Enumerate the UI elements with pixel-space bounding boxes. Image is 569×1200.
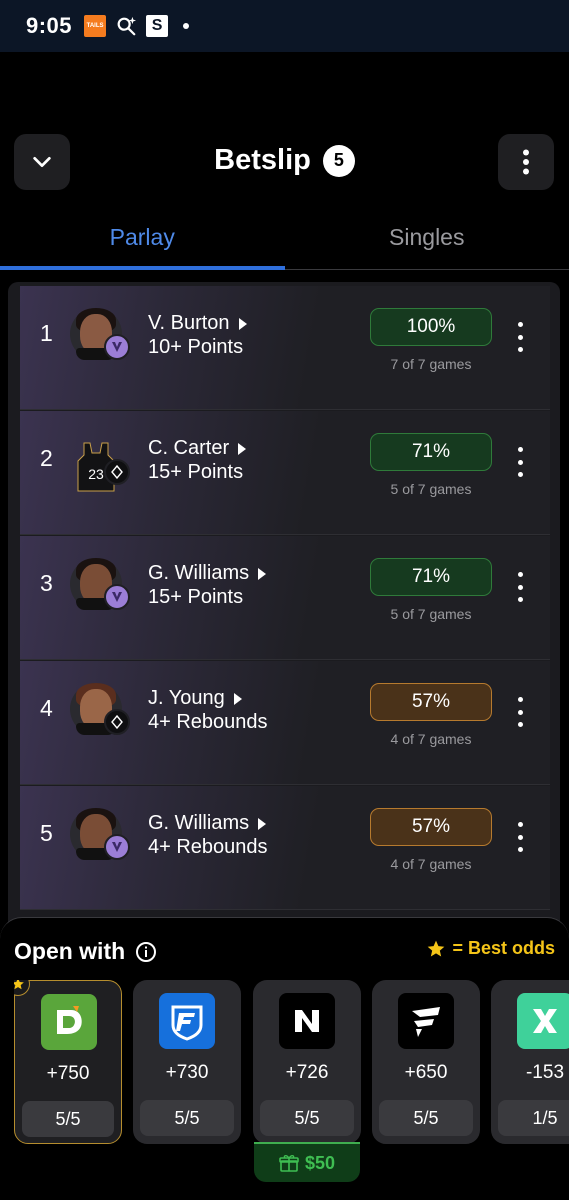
games-count: 4 of 7 games <box>390 856 472 872</box>
hit-rate-pill: 57% <box>370 683 492 721</box>
vertical-dots-icon <box>523 149 529 175</box>
row-more-button[interactable] <box>510 572 530 602</box>
leg-number: 3 <box>40 570 53 596</box>
player-name-group[interactable]: G. Williams <box>148 812 267 835</box>
player-name-group[interactable]: C. Carter <box>148 437 247 460</box>
games-count: 4 of 7 games <box>390 731 472 747</box>
best-odds-legend: = Best odds <box>426 938 555 959</box>
caret-right-icon <box>238 442 247 455</box>
team-logo-icon <box>104 459 130 485</box>
team-logo-icon <box>104 334 130 360</box>
book-legs-count: 5/5 <box>22 1101 114 1137</box>
sportsbook-carousel: +750 5/5 +730 5/5 +726 5/5 +650 5/5 -153… <box>14 980 569 1190</box>
leg-row[interactable]: 2 23 C. Carter 15+ Points 71% 5 of 7 gam… <box>20 411 550 535</box>
sportsbook-card-draftkings[interactable]: +750 5/5 <box>14 980 122 1144</box>
games-count: 7 of 7 games <box>390 356 472 372</box>
sportsbook-card-fliff[interactable]: +650 5/5 <box>372 980 480 1144</box>
header-title-group: Betslip 5 <box>0 144 569 177</box>
row-more-button[interactable] <box>510 822 530 852</box>
star-icon <box>428 940 445 956</box>
caret-right-icon <box>233 692 242 705</box>
open-with-title: Open with <box>14 938 126 964</box>
leg-row[interactable]: 3 G. Williams 15+ Points 71% 5 of 7 game… <box>20 536 550 660</box>
caret-right-icon <box>238 317 247 330</box>
stat-line: 10+ Points <box>148 336 244 358</box>
player-name-group[interactable]: J. Young <box>148 687 243 710</box>
book-odds: +730 <box>165 1062 209 1083</box>
stat-line: 15+ Points <box>148 461 244 483</box>
gift-icon <box>279 1155 299 1172</box>
tab-singles[interactable]: Singles <box>285 212 569 269</box>
promo-bonus-tag[interactable]: $50 <box>254 1142 360 1182</box>
player-name: G. Williams <box>148 812 250 834</box>
fliff-logo-icon <box>398 993 454 1049</box>
player-name: C. Carter <box>148 437 230 459</box>
leg-row[interactable]: 4 J. Young 4+ Rebounds 57% 4 of 7 games <box>20 661 550 785</box>
notification-dot-icon <box>183 23 190 29</box>
leg-row[interactable]: 5 G. Williams 4+ Rebounds 57% 4 of 7 gam… <box>20 786 550 910</box>
player-name-group[interactable]: G. Williams <box>148 562 267 585</box>
hit-rate-pill: 71% <box>370 558 492 596</box>
team-logo-icon <box>104 834 130 860</box>
caret-right-icon <box>258 567 267 580</box>
player-name: J. Young <box>148 687 225 709</box>
more-options-button[interactable] <box>498 134 554 190</box>
sportsbook-card-novig[interactable]: +726 5/5 <box>253 980 361 1144</box>
best-odds-label: = Best odds <box>452 938 555 958</box>
leg-count-badge: 5 <box>322 144 355 177</box>
page-title: Betslip <box>214 144 311 176</box>
promo-amount: $50 <box>304 1152 336 1173</box>
status-time: 9:05 <box>26 13 73 38</box>
leg-number: 1 <box>40 320 53 346</box>
s-app-icon: S <box>146 15 169 37</box>
hit-rate-pill: 57% <box>370 808 492 846</box>
player-name: G. Williams <box>148 562 250 584</box>
legs-list: 1 V. Burton 10+ Points 100% 7 of 7 games… <box>8 282 560 942</box>
leg-number: 5 <box>40 820 53 846</box>
stat-line: 4+ Rebounds <box>148 711 268 733</box>
hit-rate-pill: 71% <box>370 433 492 471</box>
sportsbook-card-prophetx[interactable]: -153 1/5 <box>491 980 569 1144</box>
tails-app-icon: TAILS <box>84 15 107 37</box>
info-icon[interactable] <box>135 941 157 963</box>
prophetx-logo-icon <box>517 993 569 1049</box>
row-more-button[interactable] <box>510 322 530 352</box>
games-count: 5 of 7 games <box>390 481 472 497</box>
jersey-number: 23 <box>88 466 104 482</box>
book-legs-count: 5/5 <box>260 1100 354 1136</box>
team-logo-icon <box>104 584 130 610</box>
betslip-header: Betslip 5 <box>0 130 569 192</box>
tab-bar: Parlay Singles <box>0 212 569 270</box>
book-legs-count: 5/5 <box>379 1100 473 1136</box>
open-with-header: Open with <box>14 938 157 965</box>
sportsbook-card-fanduel[interactable]: +730 5/5 <box>133 980 241 1144</box>
book-odds: +750 <box>46 1063 90 1084</box>
hit-rate-pill: 100% <box>370 308 492 346</box>
caret-right-icon <box>258 817 267 830</box>
status-bar: 9:05 TAILS S <box>0 0 569 52</box>
book-legs-count: 1/5 <box>498 1100 569 1136</box>
book-odds: +650 <box>404 1062 448 1083</box>
leg-row[interactable]: 1 V. Burton 10+ Points 100% 7 of 7 games <box>20 286 550 410</box>
stat-line: 4+ Rebounds <box>148 836 268 858</box>
book-legs-count: 5/5 <box>140 1100 234 1136</box>
player-name: V. Burton <box>148 312 230 334</box>
leg-number: 2 <box>40 445 53 471</box>
novig-logo-icon <box>279 993 335 1049</box>
leg-number: 4 <box>40 695 53 721</box>
row-more-button[interactable] <box>510 447 530 477</box>
tab-parlay[interactable]: Parlay <box>0 212 285 270</box>
row-more-button[interactable] <box>510 697 530 727</box>
open-with-sheet: Open with = Best odds +750 5/5 +730 5/5 … <box>0 917 569 1200</box>
search-sparkle-icon <box>117 16 137 36</box>
stat-line: 15+ Points <box>148 586 244 608</box>
team-logo-icon <box>104 709 130 735</box>
book-odds: +726 <box>285 1062 329 1083</box>
draftkings-logo-icon <box>41 994 97 1050</box>
games-count: 5 of 7 games <box>390 606 472 622</box>
status-icons: TAILS S <box>84 15 190 37</box>
book-odds: -153 <box>525 1062 565 1083</box>
player-name-group[interactable]: V. Burton <box>148 312 248 335</box>
fanduel-logo-icon <box>159 993 215 1049</box>
